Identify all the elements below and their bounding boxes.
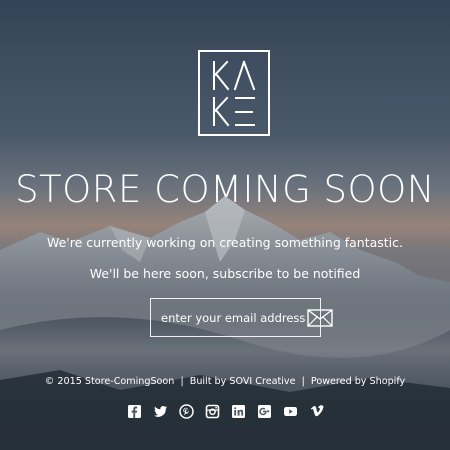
built-by-label: Built by	[189, 376, 227, 387]
subscribe-button[interactable]	[307, 299, 333, 336]
brand-logo[interactable]	[198, 50, 270, 136]
footer-separator: |	[180, 376, 184, 387]
copyright-text: © 2015 Store-ComingSoon	[44, 376, 175, 387]
notify-text: We'll be here soon, subscribe to be noti…	[89, 266, 361, 281]
powered-by-link[interactable]: Powered by Shopify	[311, 376, 405, 387]
tagline-text: We're currently working on creating some…	[46, 235, 404, 250]
footer-credits: © 2015 Store-ComingSoon | Built by SOVI …	[0, 376, 450, 387]
youtube-icon[interactable]	[283, 404, 298, 419]
linkedin-icon[interactable]	[231, 404, 246, 419]
social-links	[0, 404, 450, 419]
twitter-icon[interactable]	[153, 404, 168, 419]
vimeo-icon[interactable]	[309, 404, 324, 419]
pinterest-icon[interactable]	[178, 404, 194, 419]
facebook-icon[interactable]	[127, 404, 142, 419]
footer-separator: |	[301, 376, 305, 387]
page-title: STORE COMING SOON	[15, 168, 435, 211]
built-by-link[interactable]: SOVI Creative	[229, 376, 295, 387]
google-plus-icon[interactable]	[257, 404, 272, 419]
subscribe-form	[150, 298, 333, 337]
instagram-icon[interactable]	[205, 404, 220, 419]
logo-mark	[212, 60, 256, 127]
envelope-icon	[307, 308, 333, 327]
email-input[interactable]	[151, 299, 307, 336]
